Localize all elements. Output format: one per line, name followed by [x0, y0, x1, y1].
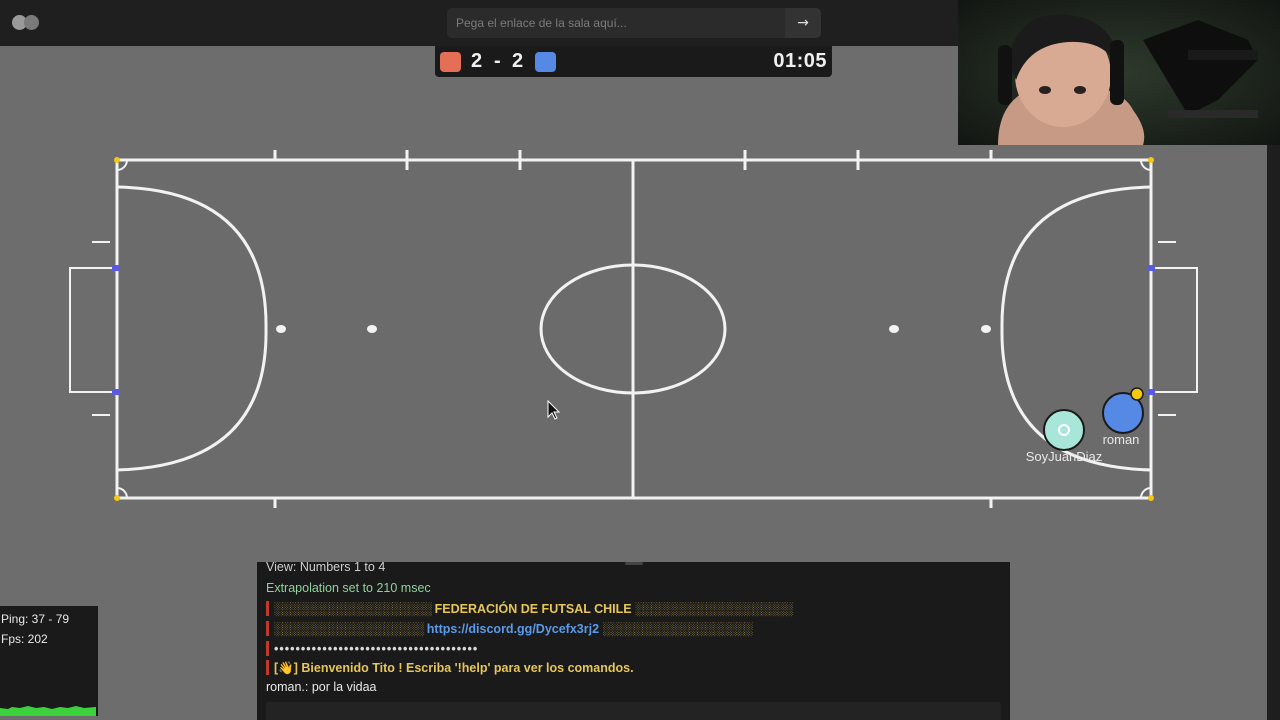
haxball-logo-icon[interactable]: [12, 15, 40, 31]
chat-input[interactable]: [266, 702, 1001, 720]
fps-readout: Fps: 202: [1, 632, 48, 646]
chat-message: [👋] Bienvenido Tito ! Escriba '!help' pa…: [266, 660, 634, 676]
chat-message: ░░░░░░░░░░░░░░░░░░░ https://discord.gg/D…: [266, 621, 753, 636]
join-room-button[interactable]: →: [785, 8, 821, 38]
chat-message: roman.: por la vidaa: [266, 680, 377, 694]
player-name: SoyJuanDiaz: [1026, 449, 1103, 464]
right-goal: [1151, 267, 1198, 393]
ping-readout: Ping: 37 - 79: [1, 612, 70, 626]
left-goal: [69, 267, 117, 393]
top-bar: →: [0, 0, 960, 46]
discord-link[interactable]: https://discord.gg/Dycefx3rj2: [427, 622, 599, 636]
score-separator: -: [494, 50, 501, 72]
announcement-title: FEDERACIÓN DE FUTSAL CHILE: [434, 602, 632, 616]
chat-message: Extrapolation set to 210 msec: [266, 581, 431, 595]
chat-panel: View: Numbers 1 to 4 Extrapolation set t…: [257, 562, 1010, 720]
fps-graph: [0, 706, 96, 716]
chat-message: ░░░░░░░░░░░░░░░░░░░░ FEDERACIÓN DE FUTSA…: [266, 601, 793, 616]
blue-team-icon: [535, 52, 556, 72]
announcement-marker: [266, 641, 269, 656]
webcam-image: [958, 0, 1280, 145]
arrow-right-icon: →: [797, 15, 809, 31]
match-timer: 01:05: [773, 50, 827, 72]
wave-icon: [👋]: [274, 661, 298, 675]
blue-score: 2: [512, 50, 524, 72]
stage-edge: [1267, 46, 1280, 720]
ball: [1130, 387, 1144, 401]
announcement-marker: [266, 660, 269, 675]
webcam-overlay: [958, 0, 1280, 145]
red-team-icon: [440, 52, 461, 72]
chat-message: View: Numbers 1 to 4: [266, 562, 386, 574]
red-score: 2: [471, 50, 483, 72]
player-disc: [1043, 409, 1085, 451]
chat-message: ••••••••••••••••••••••••••••••••••••••: [266, 641, 478, 656]
network-stats-panel: Ping: 37 - 79 Fps: 202: [0, 606, 98, 716]
scoreboard: 2 - 2 01:05: [435, 46, 832, 77]
announcement-marker: [266, 601, 269, 616]
announcement-marker: [266, 621, 269, 636]
player-roman[interactable]: roman: [1102, 392, 1144, 447]
room-link-input[interactable]: [447, 8, 785, 38]
player-name: roman: [1103, 432, 1140, 447]
chat-resize-handle[interactable]: [625, 562, 643, 565]
